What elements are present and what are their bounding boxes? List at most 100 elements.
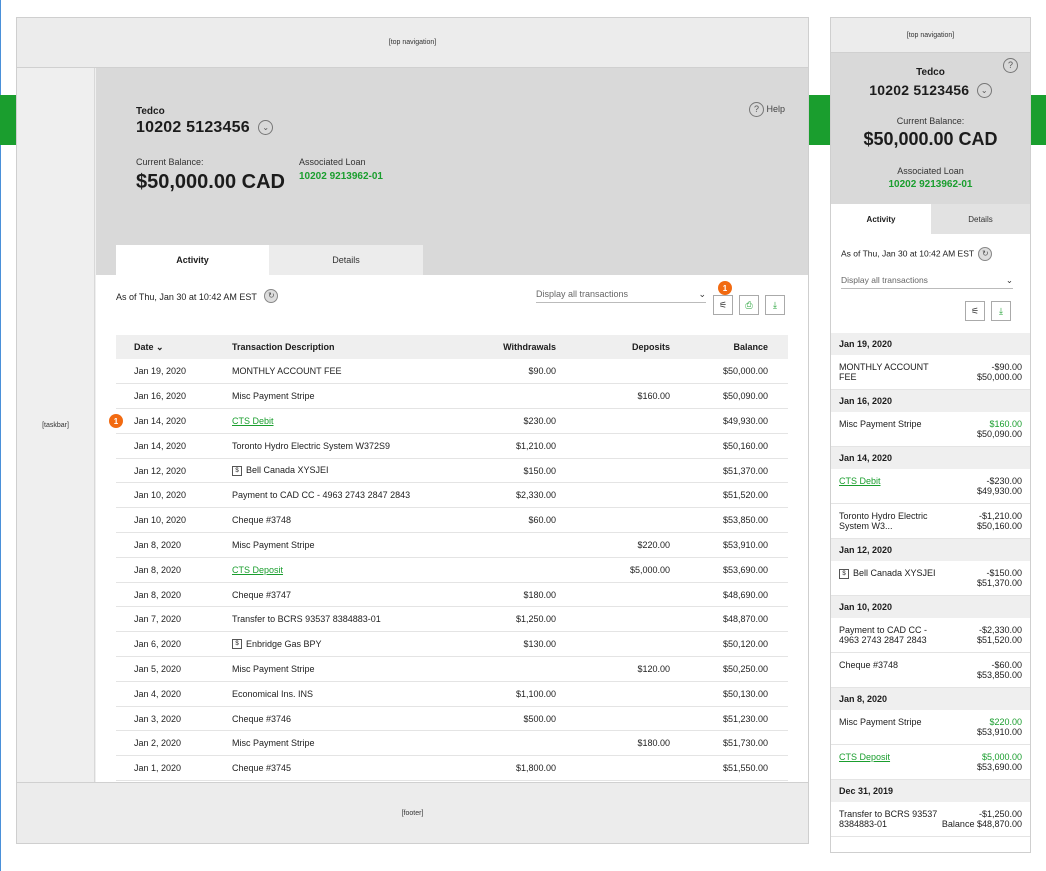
mobile-refresh-icon[interactable]: ↻	[978, 247, 993, 261]
mobile-top-navigation[interactable]: [top navigation]	[831, 18, 1030, 53]
table-row[interactable]: Jan 8, 2020 Misc Payment Stripe $220.00 $53…	[116, 532, 788, 558]
mobile-item-description[interactable]: CTS Deposit	[839, 752, 939, 772]
brand-band-right	[1031, 95, 1046, 145]
table-row[interactable]: Jan 6, 2020 $ Enbridge Gas BPY $130.00 $50,1…	[116, 631, 788, 658]
sort-chevron-icon: ⌄	[156, 341, 164, 352]
row-description: $ Bell Canada XYSJEI	[214, 458, 478, 484]
row-description[interactable]: CTS Debit	[214, 408, 478, 434]
table-row[interactable]: Jan 16, 2020 Misc Payment Stripe $160.00 $5…	[116, 383, 788, 410]
transaction-link[interactable]: CTS Deposit	[232, 565, 283, 575]
mobile-tab-details[interactable]: Details	[931, 204, 1030, 234]
table-row[interactable]: Jan 12, 2020 $ Bell Canada XYSJEI $150.00 $5…	[116, 458, 788, 484]
table-row[interactable]: Jan 7, 2020 Transfer to BCRS 93537 838488…	[116, 606, 788, 633]
row-date: Jan 12, 2020	[116, 458, 214, 484]
row-balance: $49,930.00	[690, 408, 788, 434]
mobile-item-desc-text[interactable]: CTS Deposit	[839, 752, 890, 762]
mobile-item-amount: $5,000.00	[981, 752, 1022, 762]
row-date: Jan 6, 2020	[116, 631, 214, 658]
row-description: Misc Payment Stripe	[214, 532, 478, 558]
mobile-download-button[interactable]: ⤓	[991, 301, 1011, 321]
table-row[interactable]: Jan 10, 2020 Cheque #3748 $60.00 $53,850.00	[116, 507, 788, 534]
print-button[interactable]: ⎙	[739, 295, 759, 315]
mobile-balance-label: Current Balance:	[896, 116, 965, 126]
mobile-list-item[interactable]: CTS Deposit $5,000.00 $53,690.00	[831, 745, 1030, 780]
row-balance: $51,550.00	[690, 755, 788, 782]
help-link[interactable]: ? Help	[749, 102, 785, 117]
tab-details[interactable]: Details	[269, 245, 423, 275]
mobile-loan-link[interactable]: 10202 9213962-01	[831, 179, 1030, 190]
mobile-item-amounts: $160.00 $50,090.00	[977, 419, 1022, 439]
mobile-account-name: Tedco	[916, 67, 945, 78]
row-balance: $50,160.00	[690, 433, 788, 459]
mobile-help-icon[interactable]: ?	[1003, 58, 1018, 73]
mobile-list-item[interactable]: Cheque #3748 -$60.00 $53,850.00	[831, 653, 1030, 688]
row-withdrawal	[478, 730, 576, 757]
table-row[interactable]: Jan 14, 2020 Toronto Hydro Electric Syste…	[116, 433, 788, 459]
filter-value: Display all transactions	[536, 289, 629, 299]
mobile-item-description: Cheque #3748	[839, 660, 939, 680]
mobile-loan-label: Associated Loan	[897, 166, 964, 176]
taskbar[interactable]: [taskbar]	[17, 68, 95, 782]
mobile-date-group: Jan 16, 2020	[831, 390, 1030, 412]
mobile-item-balance: $53,850.00	[976, 670, 1022, 680]
mobile-list-item[interactable]: Transfer to BCRS 93537 8384883-01 -$1,250…	[831, 802, 1030, 837]
table-row[interactable]: Jan 2, 2020 Misc Payment Stripe $180.00 $51…	[116, 730, 788, 757]
row-deposit	[576, 359, 690, 385]
mobile-list-item[interactable]: CTS Debit -$230.00 $49,930.00	[831, 469, 1030, 504]
account-switch-chevron-icon[interactable]: ⌄	[258, 120, 274, 136]
download-button[interactable]: ⤓	[765, 295, 785, 315]
mobile-item-description[interactable]: CTS Debit	[839, 476, 939, 496]
row-deposit	[576, 582, 690, 608]
transaction-description: Transfer to BCRS 93537 8384883-01	[232, 614, 381, 625]
row-withdrawal: $2,330.00	[478, 482, 576, 509]
table-row[interactable]: Jan 1, 2020 Cheque #3745 $1,800.00 $51,550.…	[116, 755, 788, 782]
refresh-icon[interactable]: ↻	[264, 288, 279, 303]
filter-button[interactable]: ⚟	[713, 295, 733, 315]
transaction-description: Toronto Hydro Electric System W372S9	[232, 440, 391, 451]
help-label: Help	[766, 104, 786, 114]
mobile-date-group: Jan 12, 2020	[831, 539, 1030, 561]
mobile-item-amount: -$1,210.00	[978, 511, 1022, 521]
mobile-list-item[interactable]: Toronto Hydro Electric System W3... -$1,2…	[831, 504, 1030, 539]
table-row[interactable]: Jan 8, 2020 CTS Deposit $5,000.00 $53,690.0…	[116, 557, 788, 583]
mobile-list-item[interactable]: Payment to CAD CC - 4963 2743 2847 2843 -…	[831, 618, 1030, 653]
top-navigation[interactable]: [top navigation]	[17, 18, 808, 68]
mobile-list-item[interactable]: Misc Payment Stripe $160.00 $50,090.00	[831, 412, 1030, 447]
row-balance: $53,910.00	[690, 532, 788, 558]
mobile-list-item[interactable]: MONTHLY ACCOUNT FEE -$90.00 $50,000.00	[831, 355, 1030, 390]
row-description[interactable]: CTS Deposit	[214, 557, 478, 583]
table-row[interactable]: Jan 5, 2020 Misc Payment Stripe $120.00 $50…	[116, 656, 788, 682]
mobile-list-item[interactable]: Misc Payment Stripe $220.00 $53,910.00	[831, 710, 1030, 745]
mobile-account-chevron-icon[interactable]: ⌄	[976, 83, 992, 99]
row-balance: $51,230.00	[690, 706, 788, 732]
account-number: 10202 5123456	[136, 119, 250, 136]
mobile-account-header: Tedco ? 10202 5123456 ⌄ Current Balance:…	[831, 53, 1030, 221]
tab-activity[interactable]: Activity	[116, 245, 269, 275]
transaction-filter-select[interactable]: Display all transactions ⌄	[536, 289, 706, 303]
mobile-filter-select[interactable]: Display all transactions ⌄	[841, 275, 1013, 289]
mobile-item-amount: -$2,330.00	[978, 625, 1022, 635]
mobile-account-number: 10202 5123456	[869, 82, 970, 98]
row-balance: $48,870.00	[690, 606, 788, 633]
mobile-list-item[interactable]: $ Bell Canada XYSJEI -$150.00 $51,370.00	[831, 561, 1030, 596]
row-withdrawal: $60.00	[478, 507, 576, 534]
table-row[interactable]: Jan 10, 2020 Payment to CAD CC - 4963 274…	[116, 482, 788, 509]
table-row[interactable]: Jan 14, 2020 CTS Debit $230.00 $49,930.00	[116, 408, 788, 434]
mobile-item-balance: $50,000.00	[976, 372, 1022, 382]
col-date[interactable]: Date ⌄	[116, 335, 214, 359]
transaction-link[interactable]: CTS Debit	[232, 416, 274, 426]
mobile-item-desc-text: Cheque #3748	[839, 660, 899, 670]
mobile-filter-button[interactable]: ⚟	[965, 301, 985, 321]
loan-link[interactable]: 10202 9213962-01	[299, 171, 383, 182]
table-row[interactable]: Jan 8, 2020 Cheque #3747 $180.00 $48,690.00	[116, 582, 788, 608]
mobile-item-desc-text[interactable]: CTS Debit	[839, 476, 881, 486]
row-description: Cheque #3747	[214, 582, 478, 608]
table-row[interactable]: Jan 4, 2020 Economical Ins. INS $1,100.00 $…	[116, 681, 788, 707]
mobile-date-group: Dec 31, 2019	[831, 780, 1030, 802]
table-row[interactable]: Jan 19, 2020 MONTHLY ACCOUNT FEE $90.00 $50…	[116, 359, 788, 385]
table-row[interactable]: Jan 3, 2020 Cheque #3746 $500.00 $51,230.00	[116, 706, 788, 732]
transactions-table: Date ⌄ Transaction Description Withdrawa…	[116, 335, 788, 782]
mobile-item-amounts: -$2,330.00 $51,520.00	[977, 625, 1022, 645]
bill-payment-icon: $	[232, 465, 242, 476]
mobile-tab-activity[interactable]: Activity	[831, 204, 931, 234]
